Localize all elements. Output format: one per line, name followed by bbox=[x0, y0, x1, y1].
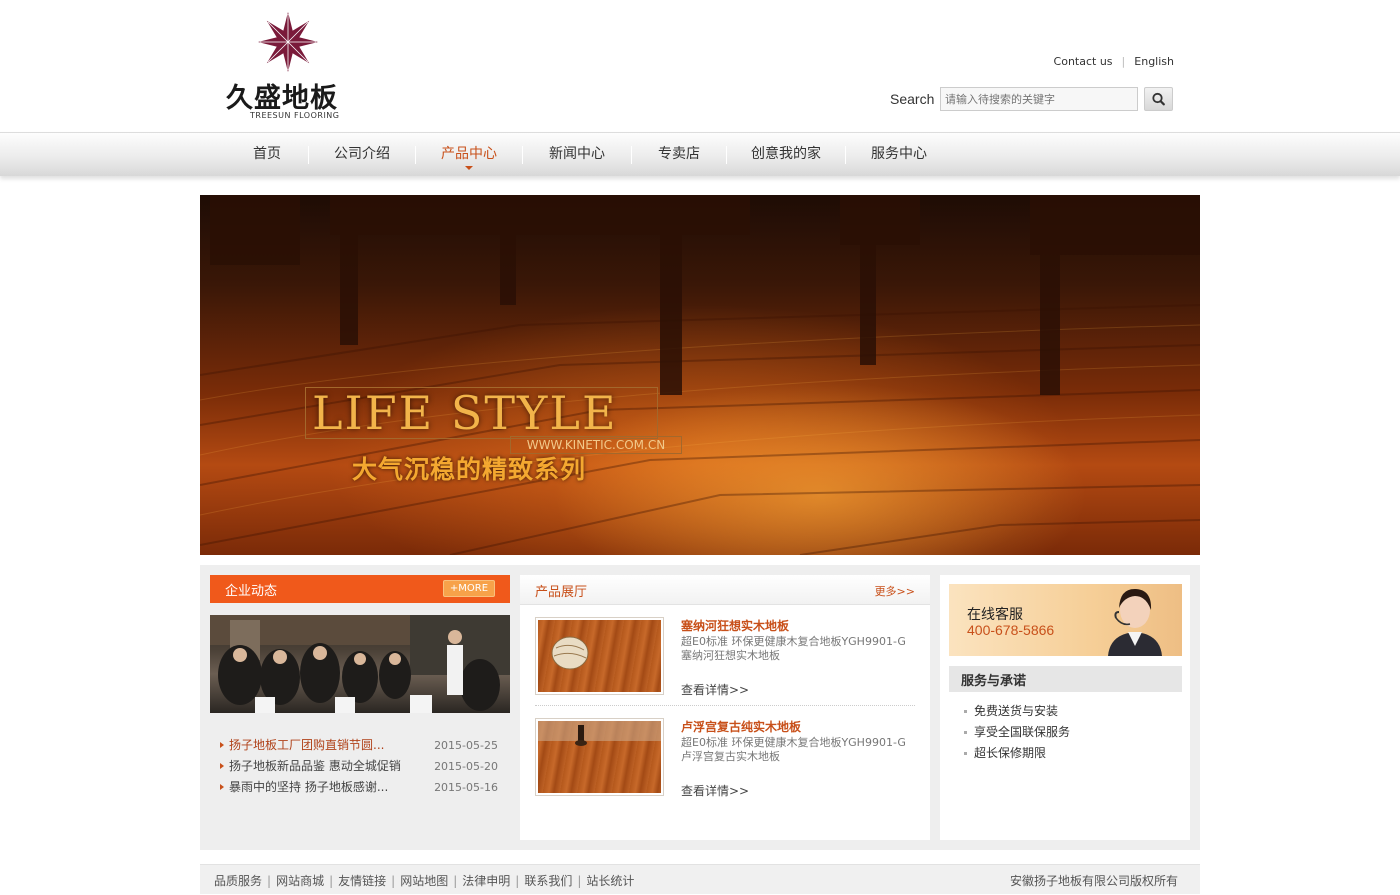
nav-item-my-home[interactable]: 创意我的家 bbox=[727, 133, 845, 177]
online-service-label: 在线客服 bbox=[967, 607, 1023, 623]
footer-link-mall[interactable]: 网站商城 bbox=[276, 874, 324, 888]
wood-floor-image bbox=[538, 721, 661, 793]
search-label: Search bbox=[890, 91, 935, 107]
service-item: 享受全国联保服务 bbox=[964, 722, 1070, 743]
footer-links: 品质服务 | 网站商城 | 友情链接 | 网站地图 | 法律申明 | 联系我们 | 站长统计 bbox=[214, 872, 634, 889]
footer-separator: | bbox=[391, 874, 396, 888]
footer-link-sitemap[interactable]: 网站地图 bbox=[400, 874, 448, 888]
search-icon bbox=[1152, 92, 1165, 106]
news-title: 企业动态 bbox=[225, 584, 278, 599]
news-item-title[interactable]: 扬子地板工厂团购直销节圆... bbox=[229, 738, 384, 752]
service-list: 免费送货与安装 享受全国联保服务 超长保修期限 bbox=[964, 701, 1070, 764]
news-more-button[interactable]: +MORE bbox=[443, 580, 495, 597]
service-header: 服务与承诺 bbox=[949, 666, 1182, 692]
product-card: 塞纳河狂想实木地板 超E0标准 环保更健康木复合地板YGH9901-G塞纳河狂想… bbox=[535, 617, 915, 699]
site-footer: 品质服务 | 网站商城 | 友情链接 | 网站地图 | 法律申明 | 联系我们 | 站长统计 安徽扬子地… bbox=[200, 864, 1200, 894]
product-desc: 超E0标准 环保更健康木复合地板YGH9901-G卢浮宫复古实木地板 bbox=[681, 736, 906, 763]
products-more-link[interactable]: 更多>> bbox=[875, 583, 915, 599]
top-link-separator: | bbox=[1121, 55, 1126, 68]
service-item: 超长保修期限 bbox=[964, 743, 1070, 764]
news-item-date: 2015-05-16 bbox=[434, 781, 498, 794]
footer-link-quality[interactable]: 品质服务 bbox=[214, 874, 262, 888]
main-nav: 首页 公司介绍 产品中心 新闻中心 专卖店 创意我的家 服务中心 bbox=[0, 132, 1400, 176]
footer-separator: | bbox=[453, 874, 458, 888]
service-title: 服务与承诺 bbox=[961, 674, 1027, 689]
product-card: 卢浮宫复古纯实木地板 超E0标准 环保更健康木复合地板YGH9901-G卢浮宫复… bbox=[535, 718, 915, 800]
news-item-title[interactable]: 暴雨中的坚持 扬子地板感谢... bbox=[229, 780, 388, 794]
product-detail-link[interactable]: 查看详情>> bbox=[681, 782, 749, 799]
star-logo-icon bbox=[258, 12, 318, 72]
service-item: 免费送货与安装 bbox=[964, 701, 1070, 722]
product-name[interactable]: 塞纳河狂想实木地板 bbox=[681, 617, 789, 634]
nav-item-products[interactable]: 产品中心 bbox=[416, 133, 522, 177]
online-service-banner[interactable]: 在线客服 400-678-5866 bbox=[949, 584, 1182, 656]
banner-subtitle: 大气沉稳的精致系列 bbox=[352, 455, 587, 484]
contact-us-link[interactable]: Contact us bbox=[1054, 55, 1113, 68]
footer-separator: | bbox=[515, 874, 520, 888]
site-header: 久盛地板 TREESUN FLOORING Contact us | English… bbox=[0, 0, 1400, 132]
product-name[interactable]: 卢浮宫复古纯实木地板 bbox=[681, 718, 801, 735]
nav-item-stores[interactable]: 专卖店 bbox=[632, 133, 726, 177]
nav-item-about[interactable]: 公司介绍 bbox=[309, 133, 415, 177]
brand-logo[interactable]: 久盛地板 TREESUN FLOORING bbox=[226, 10, 356, 122]
footer-separator: | bbox=[577, 874, 582, 888]
product-showroom-panel: 产品展厅 更多>> 塞纳河狂想实木地板 超E0标准 环保更健康木复合地板YGH9… bbox=[520, 575, 930, 840]
products-title: 产品展厅 bbox=[535, 585, 588, 600]
top-links: Contact us | English bbox=[1054, 55, 1174, 68]
banner-title: LIFE STYLE bbox=[305, 387, 658, 439]
nav-item-news[interactable]: 新闻中心 bbox=[523, 133, 631, 177]
product-image[interactable] bbox=[535, 617, 664, 695]
copyright: 安徽扬子地板有限公司版权所有 bbox=[1009, 874, 1178, 888]
news-item[interactable]: 扬子地板新品品鉴 惠动全城促销 2015-05-20 bbox=[218, 756, 508, 777]
footer-separator: | bbox=[329, 874, 334, 888]
english-link[interactable]: English bbox=[1134, 55, 1174, 68]
customer-service-agent-icon bbox=[1108, 588, 1162, 656]
footer-separator: | bbox=[267, 874, 272, 888]
wood-floor-graphic bbox=[200, 195, 1200, 555]
news-item[interactable]: 扬子地板工厂团购直销节圆... 2015-05-25 bbox=[218, 735, 508, 756]
footer-link-stats[interactable]: 站长统计 bbox=[586, 874, 634, 888]
news-item-title[interactable]: 扬子地板新品品鉴 惠动全城促销 bbox=[229, 759, 401, 773]
event-audience-image bbox=[210, 615, 510, 713]
footer-link-legal[interactable]: 法律申明 bbox=[462, 874, 510, 888]
nav-item-service[interactable]: 服务中心 bbox=[846, 133, 952, 177]
service-panel: 在线客服 400-678-5866 服务与承诺 免费送货与安装 享受全国联保服务… bbox=[940, 575, 1190, 840]
search-button[interactable] bbox=[1144, 87, 1173, 111]
brand-subtitle: TREESUN FLOORING bbox=[250, 111, 340, 120]
product-image[interactable] bbox=[535, 718, 664, 796]
product-detail-link[interactable]: 查看详情>> bbox=[681, 681, 749, 698]
hero-banner[interactable]: LIFE STYLE WWW.KINETIC.COM.CN 大气沉稳的精致系列 bbox=[200, 195, 1200, 555]
news-item-date: 2015-05-20 bbox=[434, 760, 498, 773]
news-item-date: 2015-05-25 bbox=[434, 739, 498, 752]
company-news-panel: 企业动态 +MORE 扬子地板工厂团购直销节圆... 2015-05-25 扬子… bbox=[210, 575, 510, 840]
news-list: 扬子地板工厂团购直销节圆... 2015-05-25 扬子地板新品品鉴 惠动全城促… bbox=[218, 735, 508, 798]
footer-link-contact[interactable]: 联系我们 bbox=[524, 874, 572, 888]
products-header: 产品展厅 更多>> bbox=[520, 575, 930, 605]
nav-items: 首页 公司介绍 产品中心 新闻中心 专卖店 创意我的家 服务中心 bbox=[226, 133, 952, 177]
news-item[interactable]: 暴雨中的坚持 扬子地板感谢... 2015-05-16 bbox=[218, 777, 508, 798]
wood-floor-image bbox=[538, 620, 661, 692]
footer-link-friends[interactable]: 友情链接 bbox=[338, 874, 386, 888]
content-area: 企业动态 +MORE 扬子地板工厂团购直销节圆... 2015-05-25 扬子… bbox=[200, 565, 1200, 850]
search-input[interactable] bbox=[940, 87, 1138, 111]
news-photo[interactable] bbox=[210, 615, 510, 713]
nav-item-home[interactable]: 首页 bbox=[226, 133, 308, 177]
news-header: 企业动态 +MORE bbox=[210, 575, 510, 603]
product-divider bbox=[535, 705, 915, 706]
product-desc: 超E0标准 环保更健康木复合地板YGH9901-G塞纳河狂想实木地板 bbox=[681, 635, 906, 662]
brand-name: 久盛地板 bbox=[226, 83, 338, 114]
service-phone: 400-678-5866 bbox=[967, 622, 1055, 638]
